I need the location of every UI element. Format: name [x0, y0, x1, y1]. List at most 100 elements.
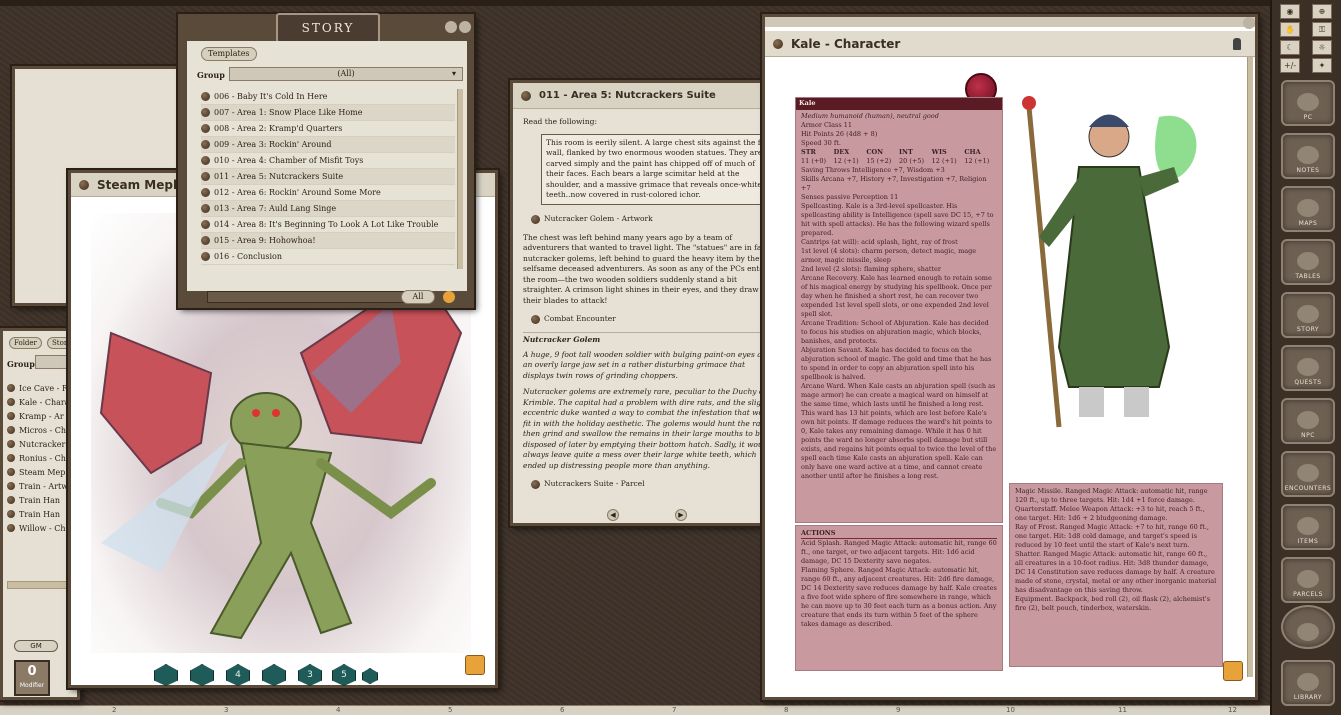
list-item[interactable]: 007 - Area 1: Snow Place Like Home	[201, 105, 455, 121]
story-window[interactable]: STORY Templates Group (All) ▾ 006 - Baby…	[178, 13, 474, 308]
sidebar-notes-button[interactable]: NOTES	[1281, 133, 1335, 179]
list-item[interactable]: Ice Cave - R	[7, 381, 77, 395]
lock-icon[interactable]	[1233, 38, 1241, 50]
link-icon	[531, 215, 540, 224]
modifier-tool[interactable]: +/-	[1280, 58, 1300, 73]
action-shatter: Shatter. Ranged Magic Attack: automatic …	[1015, 550, 1217, 594]
list-item[interactable]: Kramp - Ar	[7, 409, 77, 423]
sidebar-pc-button[interactable]: PC	[1281, 80, 1335, 126]
hand-tool-icon[interactable]: ✋	[1280, 22, 1300, 37]
list-item[interactable]: Steam Mep	[7, 465, 77, 479]
stat-first-level: 1st level (4 slots): charm person, detec…	[801, 247, 977, 264]
action-missile: Magic Missile. Ranged Magic Attack: auto…	[1015, 487, 1208, 504]
action-quarterstaff: Quarterstaff. Melee Weapon Attack: +3 to…	[1015, 505, 1205, 522]
action-acid: Acid Splash. Ranged Magic Attack: automa…	[801, 539, 997, 565]
link-icon	[773, 38, 783, 49]
list-item[interactable]: 009 - Area 3: Rockin' Around	[201, 137, 455, 153]
read-prompt: Read the following:	[523, 117, 597, 126]
link-icon	[7, 426, 15, 434]
sidebar-quests-button[interactable]: QUESTS	[1281, 345, 1335, 391]
group-select[interactable]: (All) ▾	[229, 67, 463, 81]
sidebar-assets-button[interactable]	[1281, 605, 1335, 649]
list-item[interactable]: Micros - Ch	[7, 423, 77, 437]
list-item[interactable]: 013 - Area 7: Auld Lang Singe	[201, 201, 455, 217]
stat-spellcasting: Spellcasting. Kale is a 3rd-level spellc…	[801, 202, 994, 237]
folder-tab[interactable]: Folder	[9, 337, 42, 349]
sidebar-library-button[interactable]: LIBRARY	[1281, 660, 1335, 706]
edit-icon[interactable]	[443, 291, 455, 303]
story-scrollbar[interactable]	[457, 89, 463, 269]
encounter-link[interactable]: Combat Encounter	[531, 312, 777, 326]
sidebar-npc-button[interactable]: NPC	[1281, 398, 1335, 444]
list-item[interactable]: Ronius - Ch	[7, 451, 77, 465]
sidebar-parcels-button[interactable]: PARCELS	[1281, 557, 1335, 603]
list-item[interactable]: 011 - Area 5: Nutcrackers Suite	[201, 169, 455, 185]
list-item[interactable]: Train Han	[7, 493, 77, 507]
list-item[interactable]: 015 - Area 9: Hohowhoa!	[201, 233, 455, 249]
artwork-link[interactable]: Nutcracker Golem - Artwork	[531, 213, 777, 227]
list-item[interactable]: 014 - Area 8: It's Beginning To Look A L…	[201, 217, 455, 233]
next-page-button[interactable]: ▶	[675, 509, 687, 521]
equipment: Equipment. Backpack, bed roll (2), oil f…	[1015, 595, 1211, 612]
ruler-label: 2	[112, 706, 117, 714]
stat-skills: Skills Arcana +7, History +7, Investigat…	[801, 175, 987, 192]
help-icon[interactable]	[445, 21, 457, 33]
sidebar-story-button[interactable]: STORY	[1281, 292, 1335, 338]
link-icon	[7, 384, 15, 392]
group-select-value: (All)	[337, 69, 355, 78]
character-window[interactable]: Kale - Character Kale Medium humanoid (h…	[762, 14, 1258, 700]
ruler-label: 5	[448, 706, 453, 714]
prev-page-button[interactable]: ◀	[607, 509, 619, 521]
boxed-text: This room is eerily silent. A large ches…	[541, 133, 777, 205]
sidebar-maps-button[interactable]: MAPS	[1281, 186, 1335, 232]
sheet-corner-icon[interactable]	[1223, 661, 1243, 681]
action-frost: Ray of Frost. Ranged Magic Attack: +7 to…	[1015, 523, 1209, 549]
pointer-tool-icon[interactable]: ◉	[1280, 4, 1300, 19]
sun-tool-icon[interactable]: ☼	[1312, 40, 1332, 55]
story-filter-input[interactable]	[207, 291, 407, 303]
modifier-box[interactable]: 0 Modifier	[14, 660, 50, 696]
ruler-label: 6	[560, 706, 565, 714]
link-icon	[7, 524, 15, 532]
ruler-label: 8	[784, 706, 789, 714]
story-entry-window[interactable]: 011 - Area 5: Nutcrackers Suite Read the…	[510, 80, 786, 526]
sheet-scrollbar[interactable]	[1247, 57, 1253, 677]
sidebar-tables-button[interactable]: TABLES	[1281, 239, 1335, 285]
window-title: Kale - Character	[791, 36, 901, 51]
notes-icon	[1297, 146, 1319, 164]
close-icon[interactable]	[459, 21, 471, 33]
close-icon[interactable]	[1243, 17, 1255, 29]
all-button[interactable]: All	[401, 290, 435, 304]
window-titlebar[interactable]: 011 - Area 5: Nutcrackers Suite	[513, 83, 783, 109]
list-item[interactable]: 010 - Area 4: Chamber of Misfit Toys	[201, 153, 455, 169]
moon-tool-icon[interactable]: ☾	[1280, 40, 1300, 55]
window-titlebar[interactable]: Kale - Character	[765, 31, 1255, 57]
story-paragraph: A huge, 9 foot tall wooden soldier with …	[523, 349, 772, 380]
list-item[interactable]: Willow - Ch	[7, 521, 77, 535]
sidebar-items-button[interactable]: ITEMS	[1281, 504, 1335, 550]
list-item[interactable]: Train - Artw	[7, 479, 77, 493]
sidebar-encounters-button[interactable]: ENCOUNTERS	[1281, 451, 1335, 497]
list-item[interactable]: Train Han	[7, 507, 77, 521]
target-tool-icon[interactable]: ⊕	[1312, 4, 1332, 19]
templates-button[interactable]: Templates	[201, 47, 257, 61]
wizard-illustration	[1022, 96, 1197, 428]
list-item[interactable]: Kale - Chara	[7, 395, 77, 409]
target-icon[interactable]: ✦	[1312, 58, 1332, 73]
link-icon	[531, 314, 540, 324]
list-item[interactable]: Nutcracker	[7, 437, 77, 451]
link-icon	[201, 252, 210, 261]
section-heading: Nutcracker Golem	[523, 332, 777, 346]
group-label: Group	[197, 70, 225, 80]
stat-hp: Hit Points 26 (4d8 + 8)	[801, 130, 878, 138]
list-item[interactable]: 016 - Conclusion	[201, 249, 455, 265]
lock-tool-icon[interactable]: ⚿	[1312, 22, 1332, 37]
parcel-link[interactable]: Nutcrackers Suite - Parcel	[531, 477, 777, 491]
list-item[interactable]: 008 - Area 2: Kramp'd Quarters	[201, 121, 455, 137]
list-scrollbar[interactable]	[7, 581, 77, 589]
npc-icon	[1297, 411, 1319, 429]
image-corner-icon[interactable]	[465, 655, 485, 675]
list-item[interactable]: 012 - Area 6: Rockin' Around Some More	[201, 185, 455, 201]
list-item[interactable]: 006 - Baby It's Cold In Here	[201, 89, 455, 105]
assets-icon	[1297, 623, 1319, 641]
